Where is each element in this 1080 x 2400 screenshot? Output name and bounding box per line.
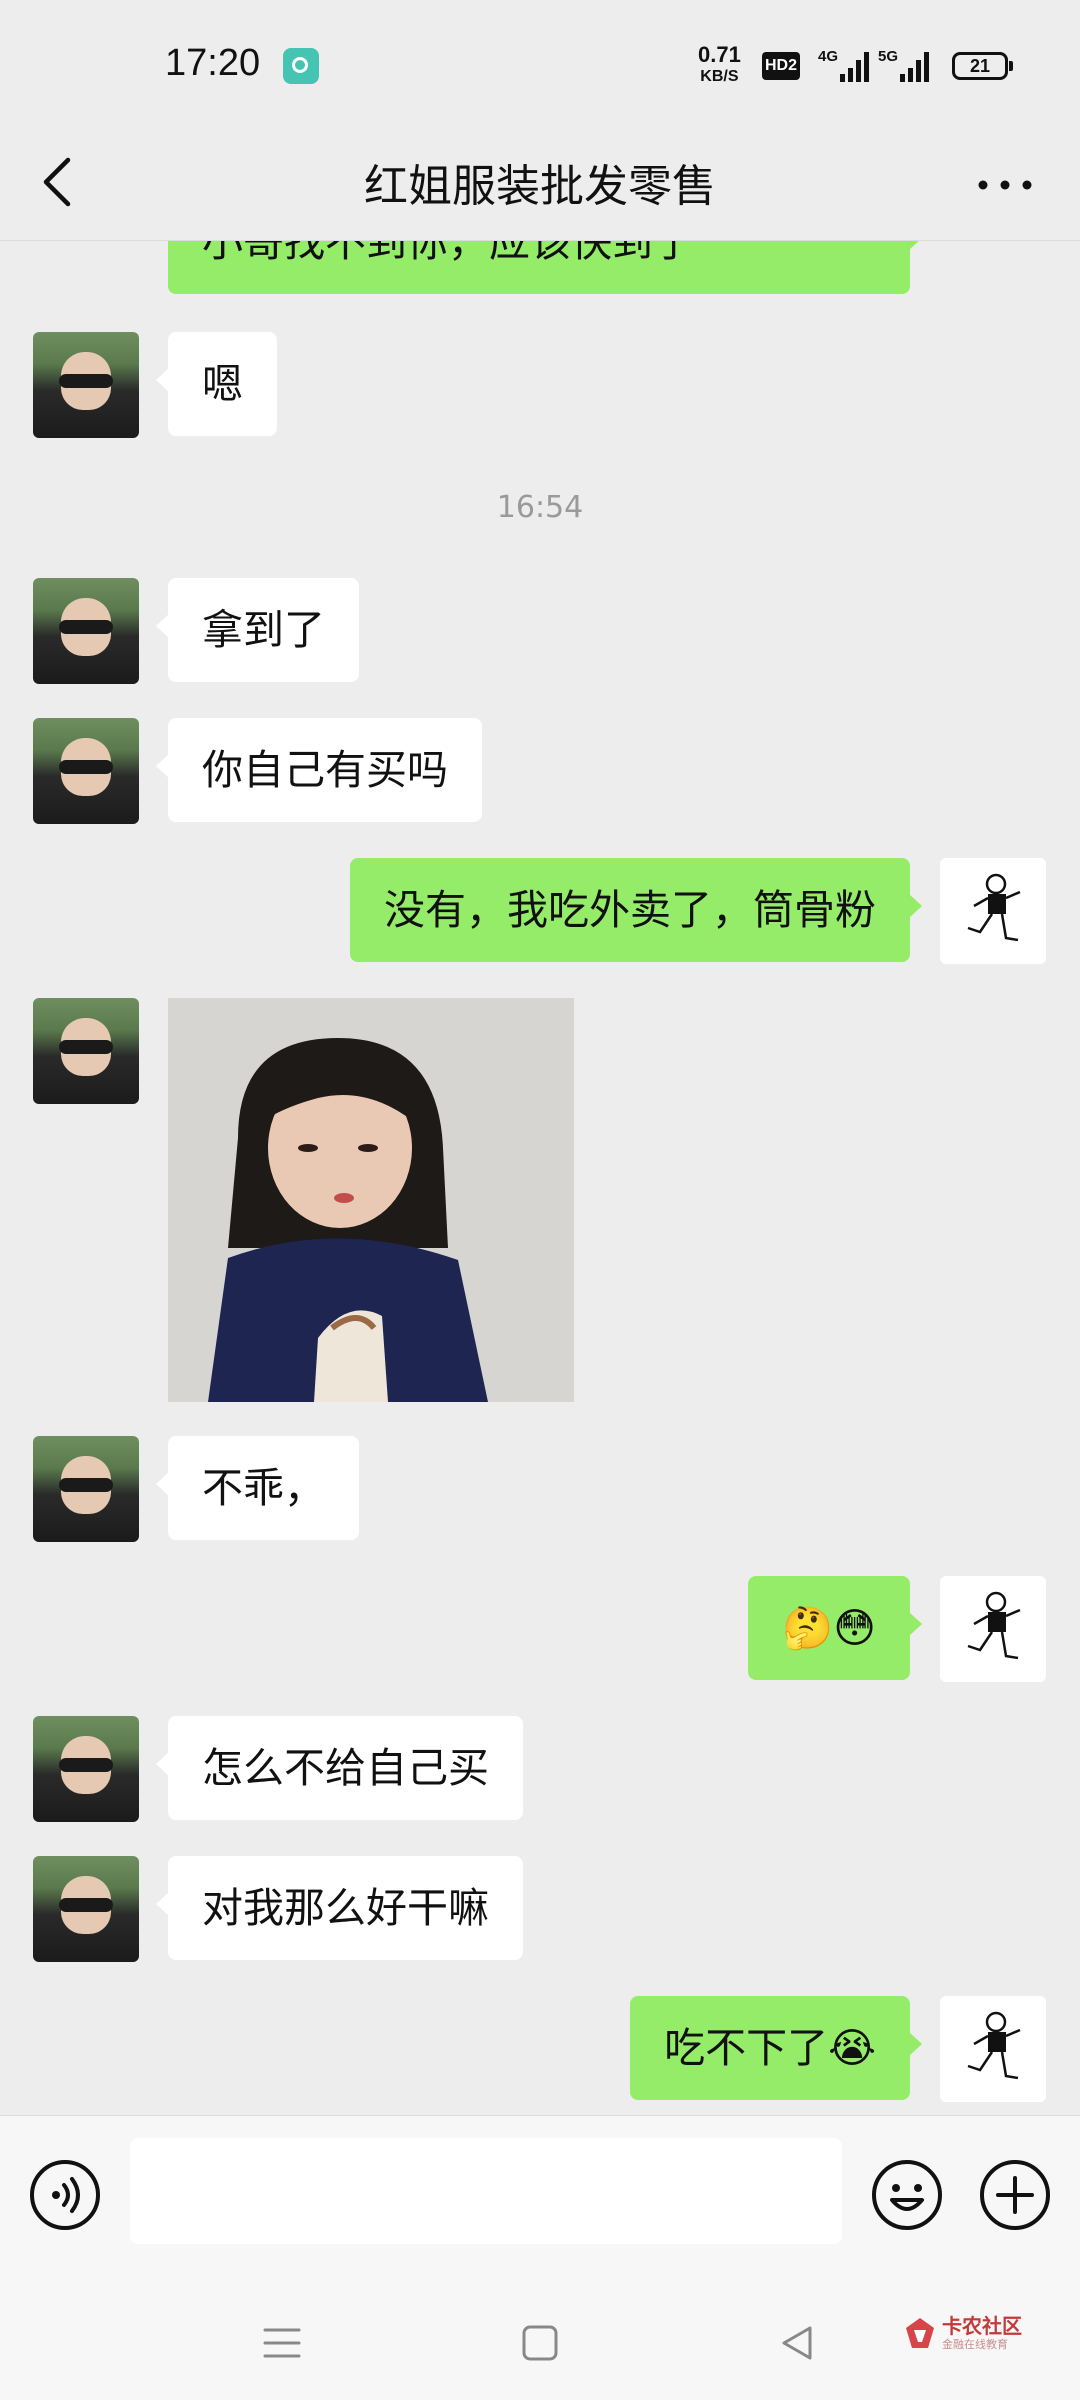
contact-message-bubble[interactable]: 嗯 [156, 332, 277, 436]
my-message-bubble[interactable]: 🤔😳 [748, 1576, 922, 1680]
network-speed-unit: KB/S [700, 68, 739, 85]
battery-icon: 21 [952, 52, 1013, 80]
running-boy-icon [967, 2011, 1021, 2080]
image-message[interactable] [168, 998, 574, 1402]
contact-avatar[interactable] [33, 998, 139, 1104]
back-nav-icon[interactable] [772, 2320, 822, 2366]
signal-4g-icon: 4G [818, 48, 869, 82]
more-options-icon[interactable] [975, 170, 1035, 200]
contact-avatar[interactable] [33, 1436, 139, 1542]
child-photo [168, 998, 574, 1402]
watermark-subtitle: 金融在线教育 [942, 2338, 1008, 2351]
watermark-title: 卡农社区 [942, 2314, 1022, 2338]
network-speed-value: 0.71 [698, 42, 741, 67]
emoji-icon[interactable] [870, 2158, 944, 2232]
contact-message-bubble[interactable]: 对我那么好干嘛 [156, 1856, 523, 1960]
my-message-bubble[interactable]: 小哥找不到你，应该快到了 [168, 240, 922, 294]
signal-5g-label: 5G [878, 48, 899, 65]
chat-title: 红姐服装批发零售 [364, 161, 716, 212]
my-message-bubble[interactable]: 没有，我吃外卖了，筒骨粉 [350, 858, 922, 962]
system-nav-bar: 卡农社区 金融在线教育 [0, 2280, 1080, 2400]
watermark-logo-icon [906, 2318, 934, 2348]
home-icon[interactable] [515, 2320, 565, 2366]
hd-voice-icon: HD2 [762, 52, 800, 80]
add-attachment-icon[interactable] [978, 2158, 1052, 2232]
app-notification-icon [283, 48, 319, 84]
contact-avatar[interactable] [33, 718, 139, 824]
status-bar: 17:20 0.71 KB/S HD2 4G 5G 21 [0, 0, 1080, 130]
my-avatar[interactable] [940, 1996, 1046, 2102]
input-bar [0, 2115, 1080, 2281]
contact-message-bubble[interactable]: 你自己有买吗 [156, 718, 482, 822]
signal-4g-label: 4G [818, 48, 839, 65]
contact-avatar[interactable] [33, 332, 139, 438]
contact-avatar[interactable] [33, 578, 139, 684]
chat-header: 红姐服装批发零售 [0, 130, 1080, 241]
my-message-bubble[interactable]: 吃不下了😭 [630, 1996, 922, 2100]
voice-input-icon[interactable] [28, 2158, 102, 2232]
message-list[interactable]: 小哥找不到你，应该快到了 嗯 16:54 拿到了 你自己有买吗 没有，我吃外卖了… [0, 240, 1080, 2115]
contact-message-bubble[interactable]: 不乖， [156, 1436, 359, 1540]
message-timestamp: 16:54 [496, 490, 584, 525]
my-avatar[interactable] [940, 858, 1046, 964]
running-boy-icon [967, 873, 1021, 942]
status-time: 17:20 [165, 42, 261, 84]
my-avatar[interactable] [940, 1576, 1046, 1682]
contact-avatar[interactable] [33, 1716, 139, 1822]
watermark: 卡农社区 金融在线教育 [900, 2310, 1060, 2360]
contact-avatar[interactable] [33, 1856, 139, 1962]
signal-5g-icon: 5G [878, 48, 929, 82]
contact-message-bubble[interactable]: 怎么不给自己买 [156, 1716, 523, 1820]
network-speed: 0.71 KB/S [698, 44, 741, 88]
menu-icon[interactable] [257, 2320, 307, 2366]
running-boy-icon [967, 1591, 1021, 1660]
message-input[interactable] [130, 2138, 842, 2244]
contact-message-bubble[interactable]: 拿到了 [156, 578, 359, 682]
